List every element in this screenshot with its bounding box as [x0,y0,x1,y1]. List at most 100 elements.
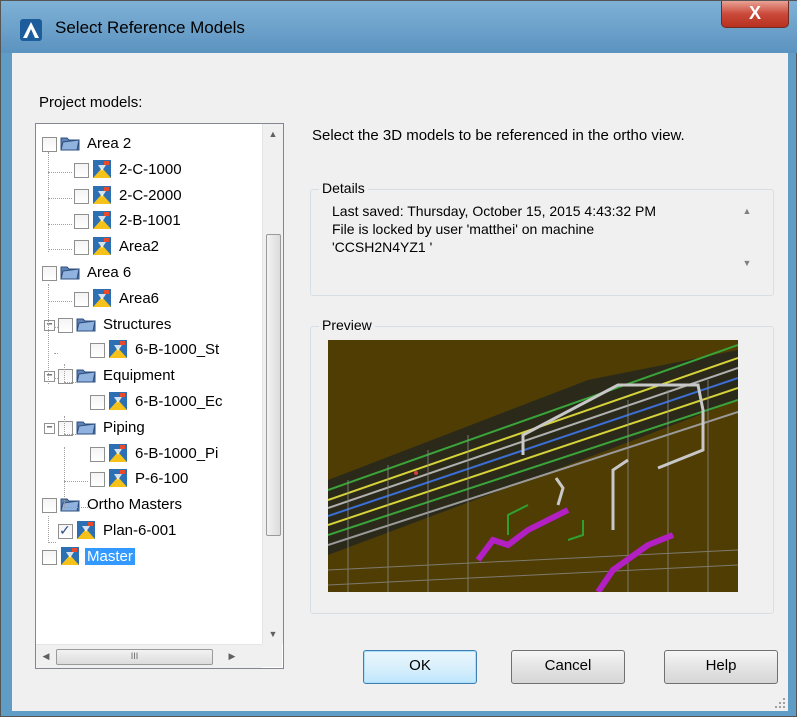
model-icon [92,185,112,205]
tree-connector-line [48,542,56,543]
tree-item-label[interactable]: 2-C-1000 [117,161,184,178]
tree-item-checkbox[interactable] [90,446,105,462]
model-icon [108,443,128,463]
tree-item-checkbox[interactable] [58,522,73,539]
tree-item-checkbox[interactable] [90,343,105,359]
preview-groupbox: Preview [310,317,774,614]
details-title: Details [319,180,368,196]
tree-item-label[interactable]: Structures [101,316,173,333]
details-last-saved: Last saved: Thursday, October 15, 2015 4… [332,203,657,219]
scroll-thumb[interactable] [266,234,281,536]
close-button[interactable]: X [721,1,789,28]
tree-item-checkbox[interactable] [74,291,89,307]
collapse-toggle-icon[interactable]: − [44,422,55,434]
details-scrollbar[interactable]: ▲ ▼ [738,198,756,274]
window-title: Select Reference Models [55,18,245,37]
tree-item-label[interactable]: Ortho Masters [85,496,184,513]
model-icon [108,468,128,488]
details-groupbox: Details Last saved: Thursday, October 15… [310,180,774,296]
ok-button[interactable]: OK [363,650,477,684]
scroll-up-arrow-icon[interactable]: ▲ [263,124,283,144]
tree-item-checkbox[interactable] [74,188,89,204]
tree-item-checkbox[interactable] [90,472,105,488]
tree-horizontal-scrollbar[interactable]: ◀ III ▶ [36,644,262,668]
resize-grip-icon[interactable] [774,697,786,709]
tree-connector-line [48,284,49,384]
project-models-tree[interactable]: Area 2 2-C-1000 2-C-2000 2-B-1001 Area2 Area … [35,123,284,669]
scroll-down-arrow-icon[interactable]: ▼ [263,624,283,644]
tree-vertical-scrollbar[interactable]: ▲ ▼ [262,124,283,644]
tree-item-label[interactable]: Area 6 [85,264,133,281]
instruction-text: Select the 3D models to be referenced in… [312,127,685,144]
project-models-label: Project models: [39,94,143,111]
horizontal-scroll-thumb[interactable]: III [56,649,213,665]
model-icon [60,546,80,566]
details-scroll-up-icon[interactable]: ▲ [738,202,756,220]
tree-item-checkbox[interactable] [74,240,89,256]
dialog-window: Select Reference Models X Project models… [0,0,797,717]
scrollbar-corner [262,644,282,667]
tree-item-label[interactable]: P-6-100 [133,470,190,487]
scroll-right-arrow-icon[interactable]: ▶ [222,645,242,668]
preview-title: Preview [319,317,375,333]
collapse-toggle-icon[interactable]: − [44,371,55,383]
model-icon [92,210,112,230]
tree-item-label[interactable]: Master [85,547,135,565]
dialog-body: Project models: Area 2 2-C-1000 2-C-2000 2-… [12,53,788,711]
model-icon [108,391,128,411]
tree-item-checkbox[interactable] [74,162,89,178]
tree-connector-line [64,507,88,508]
autocad-plant-icon [20,19,42,41]
tree-item-label[interactable]: Area6 [117,290,161,307]
title-bar[interactable]: Select Reference Models X [1,1,797,53]
model-icon [92,236,112,256]
model-icon [92,159,112,179]
tree-content: Area 2 2-C-1000 2-C-2000 2-B-1001 Area2 Area … [36,124,261,644]
tree-connector-line [64,382,88,383]
tree-connector-line [48,152,49,252]
details-machine: 'CCSH2N4YZ1 ' [332,239,433,255]
tree-item-label[interactable]: Area2 [117,238,161,255]
tree-item-checkbox[interactable] [42,498,57,514]
details-text[interactable]: Last saved: Thursday, October 15, 2015 4… [332,202,732,256]
tree-connector-line [64,447,65,507]
folder-icon [60,494,80,514]
folder-icon [60,133,80,153]
scroll-left-arrow-icon[interactable]: ◀ [36,645,56,668]
tree-connector-line [48,198,72,199]
tree-connector-line [54,378,58,379]
tree-item-label[interactable]: 6-B-1000_St [133,341,221,358]
collapse-toggle-icon[interactable]: − [44,319,55,331]
tree-connector-line [64,434,88,435]
tree-connector-line [48,301,72,302]
tree-item-label[interactable]: 2-C-2000 [117,187,184,204]
tree-item-checkbox[interactable] [90,395,105,410]
folder-icon [76,314,96,334]
tree-item-checkbox[interactable] [42,266,57,281]
tree-item-label[interactable]: 6-B-1000_Pi [133,445,220,462]
tree-item-label[interactable]: Piping [101,419,147,436]
tree-item-checkbox[interactable] [42,549,57,565]
details-locked-by: File is locked by user 'matthei' on mach… [332,221,595,237]
tree-item-checkbox[interactable] [42,137,57,152]
tree-item-label[interactable]: 2-B-1001 [117,212,183,229]
folder-icon [60,262,80,282]
model-icon [76,520,96,540]
tree-connector-line [48,516,49,541]
tree-connector-line [48,249,72,250]
tree-connector-line [64,364,65,384]
tree-item-checkbox[interactable] [58,317,73,333]
tree-item-label[interactable]: Area 2 [85,135,133,152]
tree-connector-line [48,224,72,225]
details-scroll-down-icon[interactable]: ▼ [738,254,756,272]
tree-connector-line [64,416,65,436]
tree-connector-line [48,172,72,173]
tree-item-label[interactable]: Plan-6-001 [101,522,178,539]
tree-item-label[interactable]: 6-B-1000_Ec [133,393,225,410]
cancel-button[interactable]: Cancel [511,650,625,684]
model-icon [92,288,112,308]
help-button[interactable]: Help [664,650,778,684]
tree-item-checkbox[interactable] [74,214,89,230]
preview-image [328,340,738,592]
tree-item-label[interactable]: Equipment [101,367,177,384]
